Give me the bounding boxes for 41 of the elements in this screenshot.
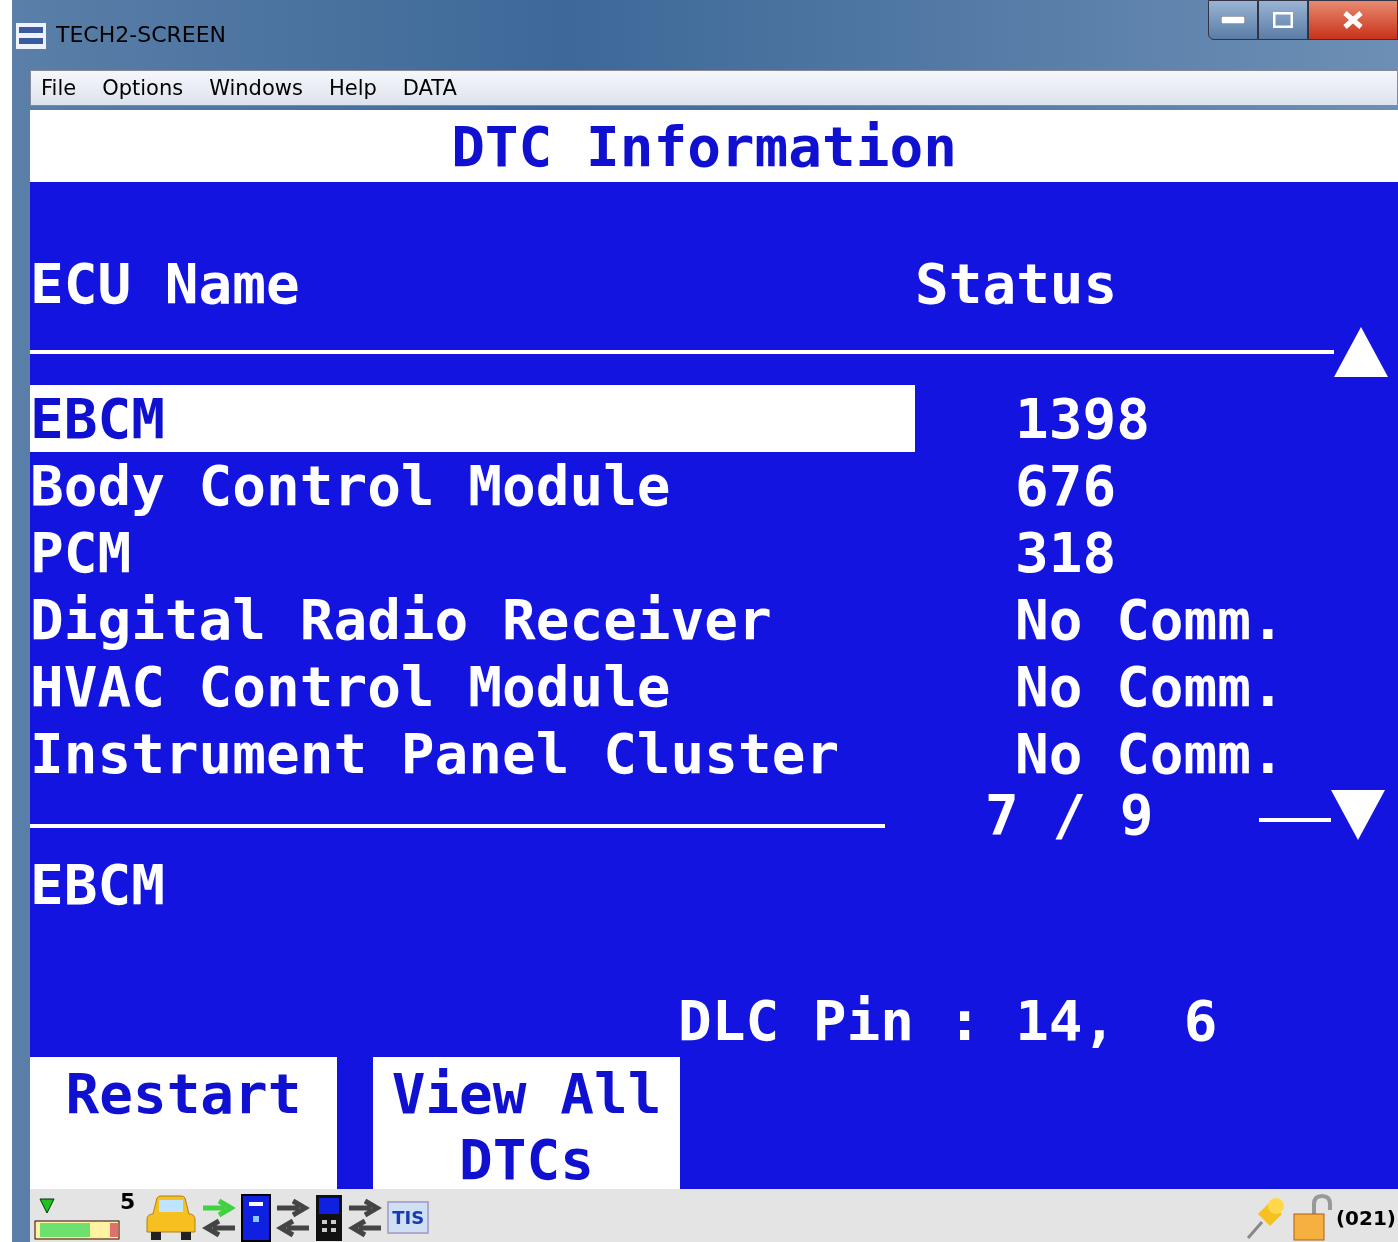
ecu-name[interactable]: HVAC Control Module xyxy=(30,653,915,720)
column-header: Status xyxy=(915,256,1118,312)
menu-item[interactable]: DATA xyxy=(402,76,457,100)
ecu-status: No Comm. xyxy=(1015,725,1285,782)
session-code: (021) xyxy=(1335,1205,1396,1230)
menu-item[interactable]: Help xyxy=(328,76,377,100)
transfer-arrows-icon xyxy=(275,1197,312,1238)
transfer-arrows-icon xyxy=(347,1197,384,1238)
dlc-pin-label: DLC Pin : 14, 6 xyxy=(678,993,1219,1049)
device-icon[interactable] xyxy=(241,1193,272,1242)
ecu-status: 1398 xyxy=(1015,390,1150,447)
ecu-name[interactable]: Body Control Module xyxy=(30,452,915,519)
minimize-button[interactable] xyxy=(1208,0,1258,40)
maximize-icon xyxy=(1273,12,1293,28)
page-indicator: 7 / 9 xyxy=(985,787,1154,843)
maximize-button[interactable] xyxy=(1258,0,1308,40)
close-button[interactable] xyxy=(1308,0,1398,40)
app-icon xyxy=(16,23,46,49)
ecu-status: No Comm. xyxy=(1015,591,1285,648)
ecu-status: 318 xyxy=(1015,524,1117,581)
minimize-icon xyxy=(1221,16,1245,24)
window-title: TECH2-SCREEN xyxy=(56,21,227,47)
tis-button[interactable]: TIS xyxy=(387,1201,430,1234)
ecu-name[interactable]: Digital Radio Receiver xyxy=(30,586,915,653)
column-header: ECU Name xyxy=(30,256,301,312)
scroll-down-icon[interactable] xyxy=(1330,790,1385,840)
ecu-name[interactable]: EBCM xyxy=(30,385,915,452)
handheld-icon[interactable] xyxy=(315,1193,344,1242)
scroll-up-icon[interactable] xyxy=(1334,327,1388,377)
screen-title: DTC Information xyxy=(451,113,957,179)
menu-item[interactable]: Options xyxy=(102,76,184,100)
transfer-arrows-icon xyxy=(201,1197,238,1238)
car-icon[interactable] xyxy=(145,1193,198,1242)
ecu-status: 676 xyxy=(1015,457,1117,514)
ecu-name[interactable]: PCM xyxy=(30,519,915,586)
menu-item[interactable]: File xyxy=(41,76,77,100)
selected-ecu-label: EBCM xyxy=(30,857,166,913)
ecu-name[interactable]: Instrument Panel Cluster xyxy=(30,720,915,787)
close-icon xyxy=(1342,11,1364,29)
ecu-status: No Comm. xyxy=(1015,658,1285,715)
menu-item[interactable]: Windows xyxy=(209,76,303,100)
